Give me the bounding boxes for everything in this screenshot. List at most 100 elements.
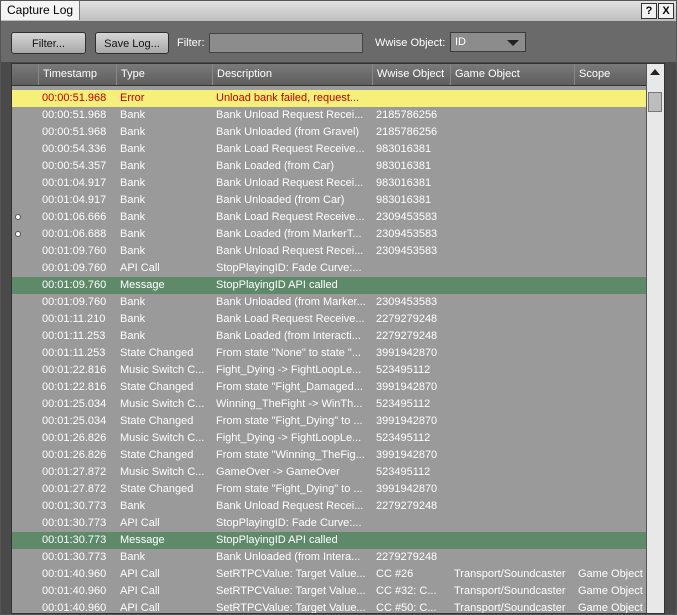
table-row[interactable]: 00:01:26.826 State Changed From state "Win… (12, 447, 648, 464)
cell-type: Bank (120, 551, 146, 563)
help-button[interactable]: ? (641, 3, 657, 19)
cell-type: Bank (120, 296, 146, 308)
table-row[interactable]: 00:01:30.773 Message StopPlayingID API cal… (12, 532, 648, 549)
column-header-timestamp[interactable]: Timestamp (38, 64, 116, 85)
column-header-game-object[interactable]: Game Object (450, 64, 574, 85)
cell-description: Bank Unload Request Recei... (216, 245, 364, 257)
cell-type: API Call (120, 568, 160, 580)
capture-log-table: Timestamp Type Description Wwise Object … (11, 63, 665, 614)
table-row[interactable]: 00:01:25.034 State Changed From state "Fig… (12, 413, 648, 430)
table-row[interactable]: 00:00:51.968 Error Unload bank failed, req… (12, 90, 648, 107)
wwise-object-value: ID (455, 36, 466, 48)
cell-timestamp: 00:01:26.826 (42, 432, 107, 444)
marker-dot-icon (15, 214, 21, 220)
table-body: 00:00:51.968 Error Unload bank failed, req… (12, 90, 648, 614)
cell-type: API Call (120, 262, 160, 274)
cell-timestamp: 00:01:06.688 (42, 228, 107, 240)
cell-description: StopPlayingID API called (216, 534, 338, 546)
table-row[interactable]: 00:01:40.960 API Call SetRTPCValue: Target… (12, 566, 648, 583)
cell-timestamp: 00:01:11.253 (42, 347, 106, 359)
cell-type: State Changed (120, 483, 194, 495)
table-row[interactable]: 00:01:40.960 API Call SetRTPCValue: Target… (12, 583, 648, 600)
vertical-scrollbar[interactable] (646, 64, 664, 613)
cell-description: Bank Loaded (from MarkerT... (216, 228, 362, 240)
table-row[interactable]: 00:01:06.666 Bank Bank Load Request Receiv… (12, 209, 648, 226)
cell-wwise-object: 3991942870 (376, 381, 438, 393)
cell-wwise-object: 2279279248 (376, 330, 438, 342)
cell-type: Message (120, 279, 165, 291)
cell-description: Bank Unloaded (from Intera... (216, 551, 361, 563)
cell-timestamp: 00:01:04.917 (42, 177, 107, 189)
table-header: Timestamp Type Description Wwise Object … (12, 64, 648, 86)
table-row[interactable]: 00:00:51.968 Bank Bank Unload Request Rece… (12, 107, 648, 124)
wwise-object-label: Wwise Object: (375, 37, 446, 49)
save-log-button[interactable]: Save Log... (95, 32, 169, 54)
cell-wwise-object: 2309453583 (376, 211, 438, 223)
table-row[interactable]: 00:01:22.816 State Changed From state "Fig… (12, 379, 648, 396)
cell-description: Fight_Dying -> FightLoopLe... (216, 432, 362, 444)
wwise-object-dropdown[interactable]: ID (450, 32, 526, 52)
table-row[interactable]: 00:01:09.760 Bank Bank Unloaded (from Mark… (12, 294, 648, 311)
column-header-type[interactable]: Type (116, 64, 212, 85)
cell-description: From state "Winning_TheFig... (216, 449, 365, 461)
cell-wwise-object: 2309453583 (376, 228, 438, 240)
table-row[interactable]: 00:01:30.773 Bank Bank Unload Request Rece… (12, 498, 648, 515)
cell-type: Bank (120, 177, 146, 189)
table-row[interactable]: 00:01:11.210 Bank Bank Load Request Receiv… (12, 311, 648, 328)
table-row[interactable]: 00:01:11.253 State Changed From state "Non… (12, 345, 648, 362)
cell-wwise-object: 3991942870 (376, 449, 438, 461)
cell-description: StopPlayingID: Fade Curve:... (216, 262, 362, 274)
cell-type: State Changed (120, 381, 194, 393)
cell-description: From state "None" to state "... (216, 347, 361, 359)
column-header-description[interactable]: Description (212, 64, 372, 85)
table-row[interactable]: 00:01:09.760 API Call StopPlayingID: Fade … (12, 260, 648, 277)
cell-wwise-object: 983016381 (376, 194, 432, 206)
cell-wwise-object: 523495112 (376, 398, 431, 410)
table-row[interactable]: 00:01:22.816 Music Switch C... Fight_Dying… (12, 362, 648, 379)
table-row[interactable]: 00:01:26.826 Music Switch C... Fight_Dying… (12, 430, 648, 447)
close-button[interactable]: X (658, 3, 674, 19)
cell-description: SetRTPCValue: Target Value... (216, 568, 366, 580)
cell-type: Bank (120, 245, 146, 257)
column-header-marker[interactable] (12, 64, 38, 85)
cell-type: Bank (120, 194, 146, 206)
table-row[interactable]: 00:00:51.968 Bank Bank Unloaded (from Grav… (12, 124, 648, 141)
cell-wwise-object: 523495112 (376, 466, 431, 478)
cell-timestamp: 00:00:51.968 (42, 109, 107, 121)
cell-timestamp: 00:01:22.816 (42, 381, 107, 393)
table-row[interactable]: 00:01:30.773 Bank Bank Unloaded (from Inte… (12, 549, 648, 566)
cell-type: Message (120, 534, 165, 546)
table-row[interactable]: 00:01:04.917 Bank Bank Unloaded (from Car)… (12, 192, 648, 209)
cell-timestamp: 00:01:22.816 (42, 364, 107, 376)
cell-description: Bank Load Request Receive... (216, 143, 365, 155)
cell-wwise-object: 523495112 (376, 432, 431, 444)
capture-log-window: Capture Log ? X Filter... Save Log... Fi… (0, 0, 677, 615)
table-row[interactable]: 00:01:27.872 State Changed From state "Fig… (12, 481, 648, 498)
table-row[interactable]: 00:00:54.336 Bank Bank Load Request Receiv… (12, 141, 648, 158)
table-row[interactable]: 00:01:11.253 Bank Bank Loaded (from Intera… (12, 328, 648, 345)
table-row[interactable]: 00:01:09.760 Message StopPlayingID API cal… (12, 277, 648, 294)
cell-wwise-object: 523495112 (376, 364, 431, 376)
scrollbar-thumb[interactable] (648, 92, 662, 112)
table-row[interactable]: 00:01:25.034 Music Switch C... Winning_The… (12, 396, 648, 413)
cell-type: Bank (120, 330, 146, 342)
cell-wwise-object: CC #32: C... (376, 585, 437, 597)
column-header-wwise-object[interactable]: Wwise Object (372, 64, 450, 85)
filter-input[interactable] (209, 33, 363, 53)
cell-description: Bank Loaded (from Car) (216, 160, 334, 172)
filter-button[interactable]: Filter... (11, 32, 86, 54)
cell-type: Music Switch C... (120, 466, 205, 478)
window-title-tab[interactable]: Capture Log (1, 1, 81, 20)
table-row[interactable]: 00:01:04.917 Bank Bank Unload Request Rece… (12, 175, 648, 192)
table-row[interactable]: 00:01:09.760 Bank Bank Unload Request Rece… (12, 243, 648, 260)
cell-wwise-object: 983016381 (376, 177, 432, 189)
cell-game-object: Transport/Soundcaster (454, 602, 566, 614)
table-row[interactable]: 00:01:06.688 Bank Bank Loaded (from Marker… (12, 226, 648, 243)
cell-description: StopPlayingID: Fade Curve:... (216, 517, 362, 529)
table-row[interactable]: 00:01:30.773 API Call StopPlayingID: Fade … (12, 515, 648, 532)
scroll-up-arrow-icon[interactable] (650, 69, 660, 75)
column-header-scope[interactable]: Scope (574, 64, 648, 85)
table-row[interactable]: 00:00:54.357 Bank Bank Loaded (from Car) 98… (12, 158, 648, 175)
table-row[interactable]: 00:01:27.872 Music Switch C... GameOver ->… (12, 464, 648, 481)
table-row[interactable]: 00:01:40.960 API Call SetRTPCValue: Target… (12, 600, 648, 614)
